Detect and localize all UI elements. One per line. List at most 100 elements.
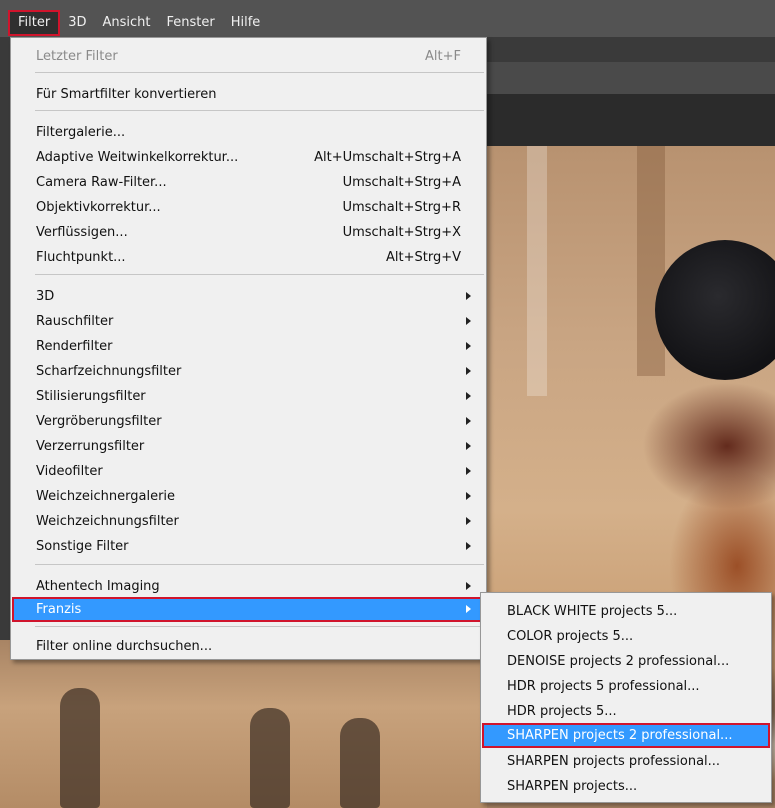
menu-item-weichzeichnungsfilter[interactable]: Weichzeichnungsfilter [12,509,485,534]
filter-dropdown-menu: Letzter Filter Alt+F Für Smartfilter kon… [10,37,487,660]
menu-item-shortcut: Alt+F [425,49,461,64]
menu-item-label: Adaptive Weitwinkelkorrektur... [36,150,239,165]
submenu-arrow-icon [466,605,471,613]
photo-figure [60,688,100,808]
menu-item-smartfilter[interactable]: Für Smartfilter konvertieren [12,82,485,107]
menu-item-weichzeichnergalerie[interactable]: Weichzeichnergalerie [12,484,485,509]
menu-item-renderfilter[interactable]: Renderfilter [12,334,485,359]
menu-item-label: Scharfzeichnungsfilter [36,364,182,379]
submenu-item-sharpen-professional[interactable]: SHARPEN projects professional... [482,749,770,774]
menu-item-label: HDR projects 5 professional... [507,679,700,694]
menu-item-label: Renderfilter [36,339,113,354]
menu-item-label: Vergröberungsfilter [36,414,162,429]
menu-item-stilisierungsfilter[interactable]: Stilisierungsfilter [12,384,485,409]
menu-item-objektivkorrektur[interactable]: Objektivkorrektur... Umschalt+Strg+R [12,195,485,220]
menu-separator [35,110,484,111]
submenu-arrow-icon [466,442,471,450]
submenu-arrow-icon [466,392,471,400]
menu-item-verzerrungsfilter[interactable]: Verzerrungsfilter [12,434,485,459]
menu-item-verfluessigen[interactable]: Verflüssigen... Umschalt+Strg+X [12,220,485,245]
menu-item-label: Weichzeichnergalerie [36,489,176,504]
submenu-arrow-icon [466,542,471,550]
submenu-arrow-icon [466,582,471,590]
menu-item-label: COLOR projects 5... [507,629,634,644]
menu-item-label: Camera Raw-Filter... [36,175,167,190]
photo-figure [250,708,290,808]
submenu-item-color[interactable]: COLOR projects 5... [482,624,770,649]
submenu-item-black-white[interactable]: BLACK WHITE projects 5... [482,599,770,624]
submenu-item-denoise[interactable]: DENOISE projects 2 professional... [482,649,770,674]
menu-filter[interactable]: Filter [8,10,61,36]
menu-item-athentech-imaging[interactable]: Athentech Imaging [12,574,485,599]
menu-item-label: Verzerrungsfilter [36,439,145,454]
menu-item-shortcut: Umschalt+Strg+A [342,175,461,190]
menu-item-label: DENOISE projects 2 professional... [507,654,730,669]
submenu-arrow-icon [466,317,471,325]
menu-item-sonstige-filter[interactable]: Sonstige Filter [12,534,485,559]
menu-item-shortcut: Alt+Umschalt+Strg+A [314,150,461,165]
menu-item-label: Verflüssigen... [36,225,128,240]
menu-item-label: Rauschfilter [36,314,114,329]
photo-hat [655,240,775,380]
submenu-arrow-icon [466,367,471,375]
menu-item-franzis[interactable]: Franzis [12,597,485,622]
menu-item-shortcut: Alt+Strg+V [386,250,461,265]
menu-item-label: Sonstige Filter [36,539,129,554]
menu-separator [35,626,484,627]
menu-item-label: BLACK WHITE projects 5... [507,604,678,619]
document-tab-background [487,94,775,146]
menu-item-scharfzeichnungsfilter[interactable]: Scharfzeichnungsfilter [12,359,485,384]
menu-item-camera-raw[interactable]: Camera Raw-Filter... Umschalt+Strg+A [12,170,485,195]
submenu-item-sharpen-2-professional[interactable]: SHARPEN projects 2 professional... [482,723,770,748]
menu-item-label: Athentech Imaging [36,579,160,594]
menu-separator [35,564,484,565]
submenu-item-hdr[interactable]: HDR projects 5... [482,699,770,724]
menu-item-shortcut: Umschalt+Strg+X [342,225,461,240]
menu-item-label: SHARPEN projects professional... [507,754,721,769]
menu-bar: Filter 3D Ansicht Fenster Hilfe [0,0,775,37]
menu-hilfe[interactable]: Hilfe [223,10,269,36]
menu-item-adaptive-weitwinkel[interactable]: Adaptive Weitwinkelkorrektur... Alt+Umsc… [12,145,485,170]
menu-item-label: SHARPEN projects 2 professional... [507,728,733,743]
photo-detail [637,146,665,376]
menu-item-filtergalerie[interactable]: Filtergalerie... [12,120,485,145]
menu-3d[interactable]: 3D [60,10,94,36]
menu-item-label: Weichzeichnungsfilter [36,514,179,529]
menu-item-videofilter[interactable]: Videofilter [12,459,485,484]
menu-item-3d[interactable]: 3D [12,284,485,309]
menu-item-label: Stilisierungsfilter [36,389,146,404]
menu-ansicht[interactable]: Ansicht [94,10,158,36]
menu-item-fluchtpunkt[interactable]: Fluchtpunkt... Alt+Strg+V [12,245,485,270]
franzis-submenu: BLACK WHITE projects 5... COLOR projects… [480,592,772,803]
menu-item-label: Für Smartfilter konvertieren [36,87,217,102]
options-bar-background [487,62,775,94]
submenu-arrow-icon [466,492,471,500]
menu-item-label: Objektivkorrektur... [36,200,161,215]
menu-item-label: Filtergalerie... [36,125,126,140]
canvas-photo-lower [0,640,487,808]
menu-item-label: Letzter Filter [36,49,118,64]
menu-item-shortcut: Umschalt+Strg+R [342,200,461,215]
menu-item-label: 3D [36,289,55,304]
menu-item-label: Fluchtpunkt... [36,250,126,265]
submenu-arrow-icon [466,292,471,300]
menu-item-label: Franzis [36,602,82,617]
submenu-arrow-icon [466,517,471,525]
submenu-arrow-icon [466,342,471,350]
menu-item-rauschfilter[interactable]: Rauschfilter [12,309,485,334]
menu-item-last-filter[interactable]: Letzter Filter Alt+F [12,44,485,69]
menu-item-vergroeberungsfilter[interactable]: Vergröberungsfilter [12,409,485,434]
menu-separator [35,274,484,275]
menu-fenster[interactable]: Fenster [159,10,223,36]
menu-item-label: Filter online durchsuchen... [36,639,213,654]
submenu-arrow-icon [466,417,471,425]
menu-item-label: Videofilter [36,464,103,479]
submenu-item-hdr-professional[interactable]: HDR projects 5 professional... [482,674,770,699]
menu-item-filter-online[interactable]: Filter online durchsuchen... [12,634,485,659]
menu-item-label: HDR projects 5... [507,704,617,719]
photo-figure [340,718,380,808]
menu-separator [35,72,484,73]
submenu-arrow-icon [466,467,471,475]
submenu-item-sharpen[interactable]: SHARPEN projects... [482,774,770,799]
menu-item-label: SHARPEN projects... [507,779,638,794]
